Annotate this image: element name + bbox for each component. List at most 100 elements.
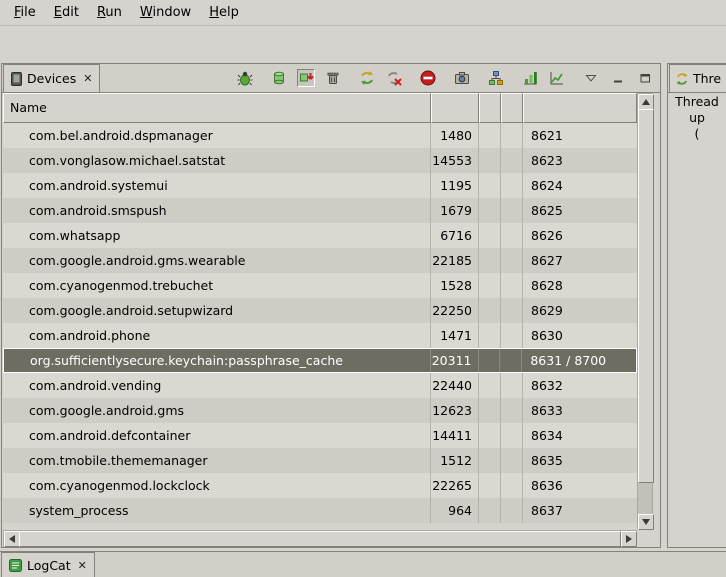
process-pid: 22250 <box>431 298 479 323</box>
process-port: 8630 <box>523 323 637 348</box>
table-row[interactable]: com.android.vending 22440 8632 <box>3 373 637 398</box>
process-port: 8625 <box>523 198 637 223</box>
process-name: com.android.defcontainer <box>3 423 431 448</box>
menu-run[interactable]: Run <box>88 1 131 24</box>
view-menu-icon[interactable] <box>582 69 600 87</box>
table-row[interactable]: com.android.smspush 1679 8625 <box>3 198 637 223</box>
empty-cell <box>500 349 522 372</box>
process-port: 8623 <box>523 148 637 173</box>
empty-cell <box>501 423 523 448</box>
table-row[interactable]: com.cyanogenmod.trebuchet 1528 8628 <box>3 273 637 298</box>
debug-icon[interactable] <box>236 69 254 87</box>
column-header-name[interactable]: Name <box>3 93 431 123</box>
scroll-right-button[interactable] <box>621 531 637 547</box>
vertical-scroll-thumb[interactable] <box>638 109 654 483</box>
scroll-left-button[interactable] <box>4 531 20 547</box>
network-stats-icon[interactable] <box>548 69 566 87</box>
device-table-rows: com.bel.android.dspmanager 1480 8621 com… <box>3 123 637 523</box>
heap-stats-icon[interactable] <box>521 69 539 87</box>
tab-logcat[interactable]: LogCat ✕ <box>1 552 95 577</box>
empty-cell <box>479 398 501 423</box>
menu-window[interactable]: Window <box>131 1 200 24</box>
maximize-icon[interactable] <box>636 69 654 87</box>
table-row[interactable]: org.sufficientlysecure.keychain:passphra… <box>3 348 637 373</box>
table-row[interactable]: com.cyanogenmod.lockclock 22265 8636 <box>3 473 637 498</box>
process-pid: 20311 <box>431 349 479 372</box>
empty-cell <box>501 123 523 148</box>
devices-panel: Devices ✕ <box>1 63 661 548</box>
table-row[interactable]: com.vonglasow.michael.satstat 14553 8623 <box>3 148 637 173</box>
empty-cell <box>479 223 501 248</box>
table-row[interactable]: com.google.android.gms.wearable 22185 86… <box>3 248 637 273</box>
process-pid: 1528 <box>431 273 479 298</box>
empty-cell <box>501 148 523 173</box>
process-name: com.android.smspush <box>3 198 431 223</box>
horizontal-scroll-thumb[interactable] <box>19 531 621 547</box>
threads-message: Thread up ( <box>668 94 726 142</box>
start-method-profiling-icon[interactable] <box>385 69 403 87</box>
process-port: 8635 <box>523 448 637 473</box>
empty-cell <box>501 323 523 348</box>
cause-gc-icon[interactable] <box>324 69 342 87</box>
screen-capture-icon[interactable] <box>453 69 471 87</box>
process-name: com.google.android.gms.wearable <box>3 248 431 273</box>
vertical-scrollbar[interactable] <box>637 93 653 529</box>
tab-threads-label: Threads <box>693 71 721 86</box>
empty-cell <box>501 473 523 498</box>
horizontal-scrollbar[interactable] <box>3 530 637 546</box>
table-row[interactable]: com.android.phone 1471 8630 <box>3 323 637 348</box>
empty-cell <box>501 498 523 523</box>
table-row[interactable]: com.whatsapp 6716 8626 <box>3 223 637 248</box>
menu-edit[interactable]: Edit <box>45 1 88 24</box>
process-port: 8626 <box>523 223 637 248</box>
scroll-up-button[interactable] <box>638 94 654 110</box>
close-icon[interactable]: ✕ <box>76 559 87 572</box>
process-name: com.android.phone <box>3 323 431 348</box>
empty-cell <box>501 298 523 323</box>
scroll-down-button[interactable] <box>638 514 654 530</box>
process-port: 8629 <box>523 298 637 323</box>
table-row[interactable]: com.google.android.gms 12623 8633 <box>3 398 637 423</box>
column-header-empty-2[interactable] <box>501 93 523 123</box>
process-name: com.bel.android.dspmanager <box>3 123 431 148</box>
empty-cell <box>501 273 523 298</box>
process-name: org.sufficientlysecure.keychain:passphra… <box>4 349 431 372</box>
table-row[interactable]: com.bel.android.dspmanager 1480 8621 <box>3 123 637 148</box>
table-row[interactable]: system_process 964 8637 <box>3 498 637 523</box>
column-header-empty-1[interactable] <box>479 93 501 123</box>
process-name: com.tmobile.thememanager <box>3 448 431 473</box>
process-port: 8633 <box>523 398 637 423</box>
logcat-panel: LogCat ✕ <box>0 551 726 577</box>
view-hierarchy-icon[interactable] <box>487 69 505 87</box>
minimize-icon[interactable] <box>609 69 627 87</box>
process-pid: 1679 <box>431 198 479 223</box>
threads-message-line1: Thread up <box>668 94 726 126</box>
menu-file[interactable]: File <box>5 1 45 24</box>
tab-devices-label: Devices <box>27 71 76 86</box>
empty-cell <box>479 473 501 498</box>
column-header-port[interactable] <box>523 93 637 123</box>
dump-hprof-icon[interactable] <box>297 69 315 87</box>
tab-threads[interactable]: Threads <box>669 64 726 92</box>
empty-cell <box>479 448 501 473</box>
stop-process-icon[interactable] <box>419 69 437 87</box>
empty-cell <box>479 498 501 523</box>
table-header: Name <box>3 93 637 123</box>
table-row[interactable]: com.android.systemui 1195 8624 <box>3 173 637 198</box>
threads-view-header: Threads <box>668 64 726 93</box>
update-heap-icon[interactable] <box>270 69 288 87</box>
arrow-right-icon <box>626 535 632 543</box>
table-row[interactable]: com.google.android.setupwizard 22250 862… <box>3 298 637 323</box>
table-row[interactable]: com.tmobile.thememanager 1512 8635 <box>3 448 637 473</box>
arrow-left-icon <box>9 535 15 543</box>
close-icon[interactable]: ✕ <box>81 72 92 85</box>
process-pid: 22440 <box>431 373 479 398</box>
column-header-pid[interactable] <box>431 93 479 123</box>
table-row[interactable]: com.android.defcontainer 14411 8634 <box>3 423 637 448</box>
update-threads-icon[interactable] <box>358 69 376 87</box>
menu-help[interactable]: Help <box>200 1 248 24</box>
tab-devices[interactable]: Devices ✕ <box>3 64 100 92</box>
process-pid: 1512 <box>431 448 479 473</box>
empty-cell <box>479 273 501 298</box>
arrow-down-icon <box>642 519 650 525</box>
